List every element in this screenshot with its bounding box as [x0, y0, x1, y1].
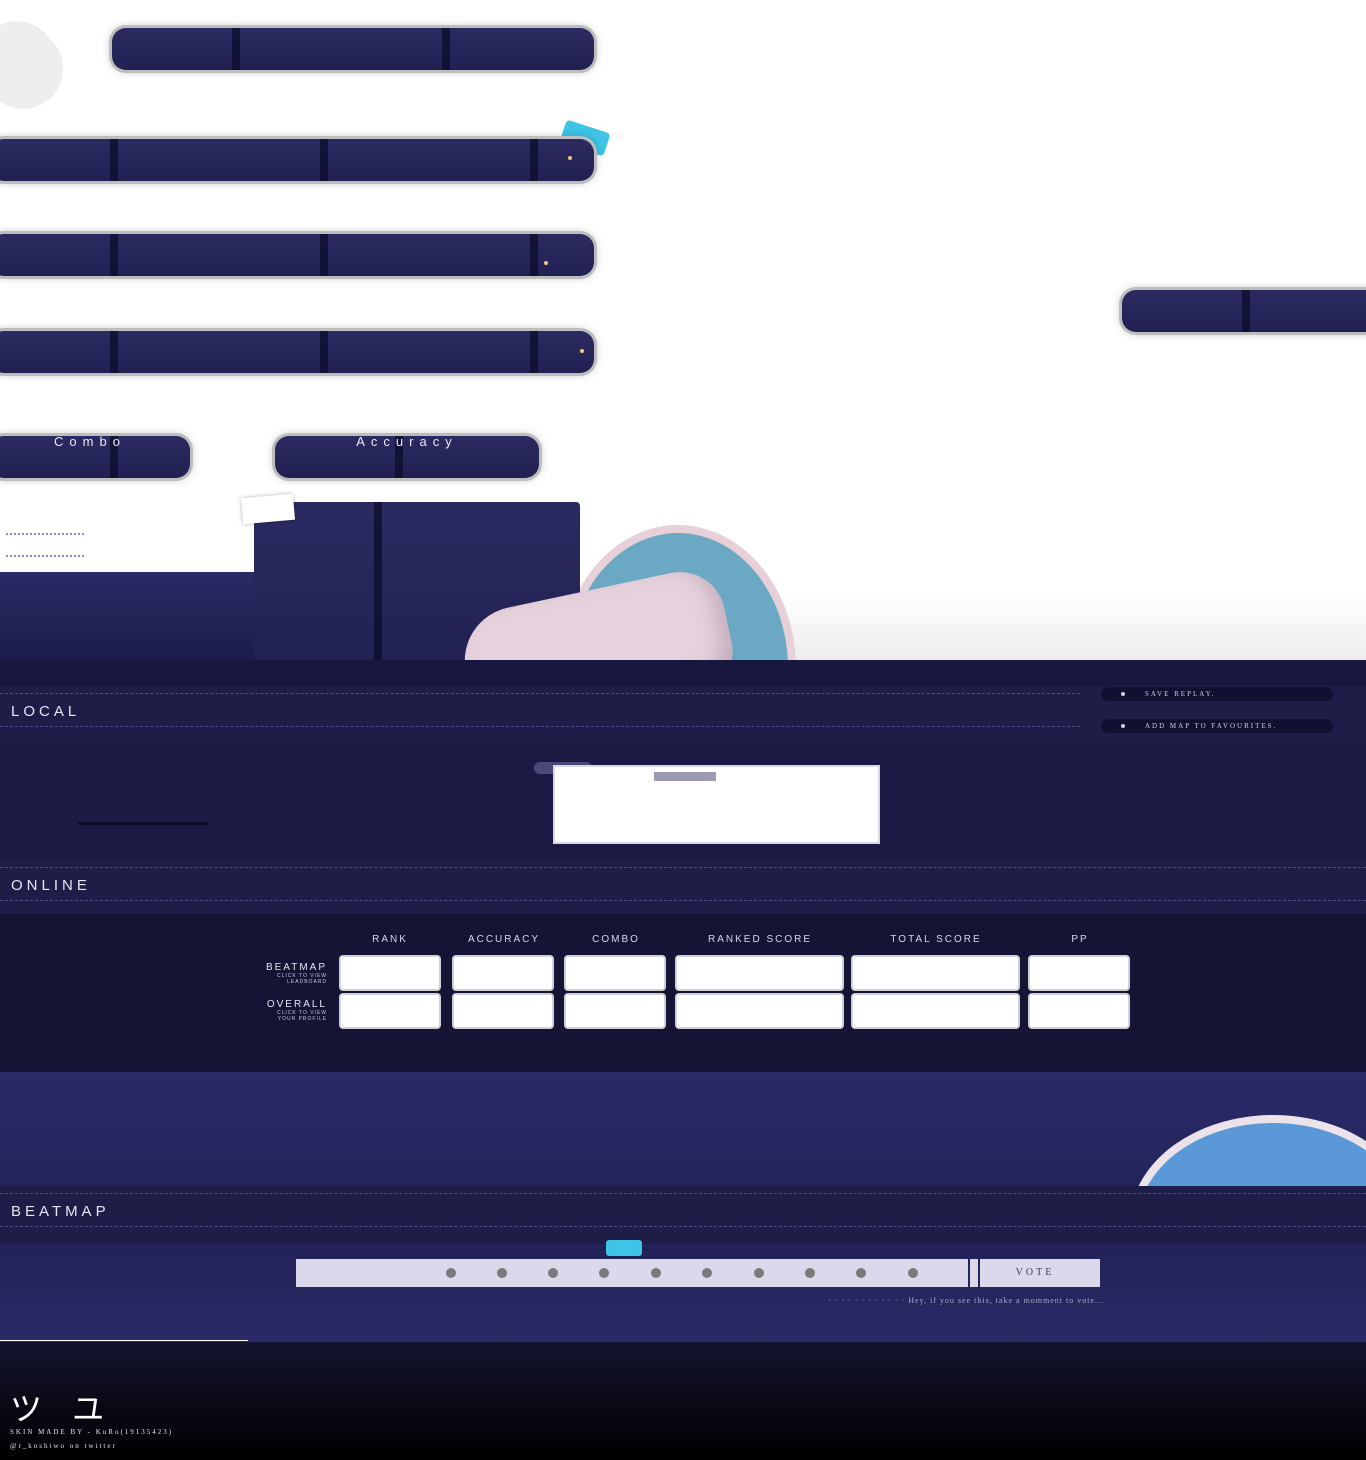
save-replay-button[interactable]: SAVE REPLAY.	[1101, 687, 1333, 701]
col-combo: COMBO	[592, 934, 640, 945]
dash-line	[0, 726, 1080, 727]
rating-dot-6[interactable]	[702, 1268, 712, 1278]
beatmap-ranked-score-cell	[677, 957, 842, 989]
skin-logo: ツ ユ	[10, 1390, 115, 1428]
beatmap-rank-cell	[341, 957, 439, 989]
overall-total-score-cell	[853, 995, 1018, 1027]
overall-accuracy-cell	[454, 995, 552, 1027]
rating-dot-7[interactable]	[754, 1268, 764, 1278]
col-accuracy: ACCURACY	[467, 934, 541, 945]
beatmap-underline	[0, 1340, 248, 1341]
vote-button[interactable]: VOTE	[980, 1259, 1090, 1287]
beatmap-accuracy-cell	[454, 957, 552, 989]
side-strip	[1122, 290, 1366, 332]
bullet-icon	[1121, 724, 1125, 728]
row-overall-title: OVERALL	[266, 999, 327, 1010]
save-replay-label: SAVE REPLAY.	[1145, 690, 1216, 698]
dash-line	[0, 900, 1366, 901]
sparkle	[568, 156, 572, 160]
overall-ranked-score-cell	[677, 995, 842, 1027]
twitter-credit: @r_koshiwo on twitter	[10, 1442, 117, 1450]
add-favourite-button[interactable]: ADD MAP TO FAVOURITES.	[1101, 719, 1333, 733]
skin-credit: SKIN MADE BY - KuRo(19135423)	[10, 1428, 174, 1436]
vote-divider	[968, 1259, 980, 1287]
accuracy-strip: Accuracy	[275, 436, 539, 478]
local-underline	[78, 822, 208, 825]
add-favourite-label: ADD MAP TO FAVOURITES.	[1145, 722, 1278, 730]
row-beatmap-sub2: LEADBOARD	[287, 979, 327, 985]
rating-dot-8[interactable]	[805, 1268, 815, 1278]
dash-line	[0, 867, 1366, 868]
rating-dot-3[interactable]	[548, 1268, 558, 1278]
score-strip-2	[0, 234, 594, 276]
title-strip	[112, 28, 594, 70]
dash-line	[0, 693, 1080, 694]
rating-dot-4[interactable]	[599, 1268, 609, 1278]
dash-line	[0, 1226, 1366, 1227]
decor-pill	[0, 4, 80, 126]
score-strip-3	[0, 331, 594, 373]
combo-strip: Combo	[0, 436, 190, 478]
row-overall-label[interactable]: OVERALL CLICK TO VIEW YOUR PROFILE	[267, 999, 327, 1022]
col-pp: PP	[1071, 934, 1089, 945]
local-score-box[interactable]	[555, 767, 878, 842]
local-score-box-label	[654, 772, 716, 781]
rating-dot-10[interactable]	[908, 1268, 918, 1278]
local-title: LOCAL	[11, 703, 81, 720]
combo-label: Combo	[54, 436, 126, 449]
rating-dot-9[interactable]	[856, 1268, 866, 1278]
beatmap-pp-cell	[1030, 957, 1128, 989]
col-rank: RANK	[372, 934, 408, 945]
accuracy-label: Accuracy	[356, 436, 458, 449]
beatmap-total-score-cell	[853, 957, 1018, 989]
footer	[0, 1342, 1366, 1460]
beatmap-header: BEATMAP	[0, 1186, 1366, 1244]
dash-line	[0, 1193, 1366, 1194]
beatmap-title: BEATMAP	[11, 1203, 110, 1220]
col-total-score: TOTAL SCORE	[890, 934, 982, 945]
bullet-icon	[1121, 692, 1125, 696]
xx-decor	[6, 533, 84, 557]
online-header: ONLINE	[0, 860, 1366, 918]
beatmap-combo-cell	[566, 957, 664, 989]
sparkle	[544, 261, 548, 265]
overall-combo-cell	[566, 995, 664, 1027]
online-title: ONLINE	[11, 877, 91, 894]
white-tape	[240, 493, 296, 525]
row-beatmap-title: BEATMAP	[265, 962, 327, 973]
row-beatmap-label[interactable]: BEATMAP CLICK TO VIEW LEADBOARD	[266, 962, 327, 985]
col-ranked-score: RANKED SCORE	[707, 934, 812, 945]
score-strip-1	[0, 139, 594, 181]
vote-hint: · · · · · · · · · · · · Hey, if you see …	[828, 1296, 1104, 1305]
overall-rank-cell	[341, 995, 439, 1027]
row-overall-sub2: YOUR PROFILE	[277, 1016, 327, 1022]
cyan-tag-small	[606, 1240, 642, 1256]
sparkle	[580, 349, 584, 353]
rating-dot-2[interactable]	[497, 1268, 507, 1278]
rating-dot-5[interactable]	[651, 1268, 661, 1278]
overall-pp-cell	[1030, 995, 1128, 1027]
rating-dot-1[interactable]	[446, 1268, 456, 1278]
